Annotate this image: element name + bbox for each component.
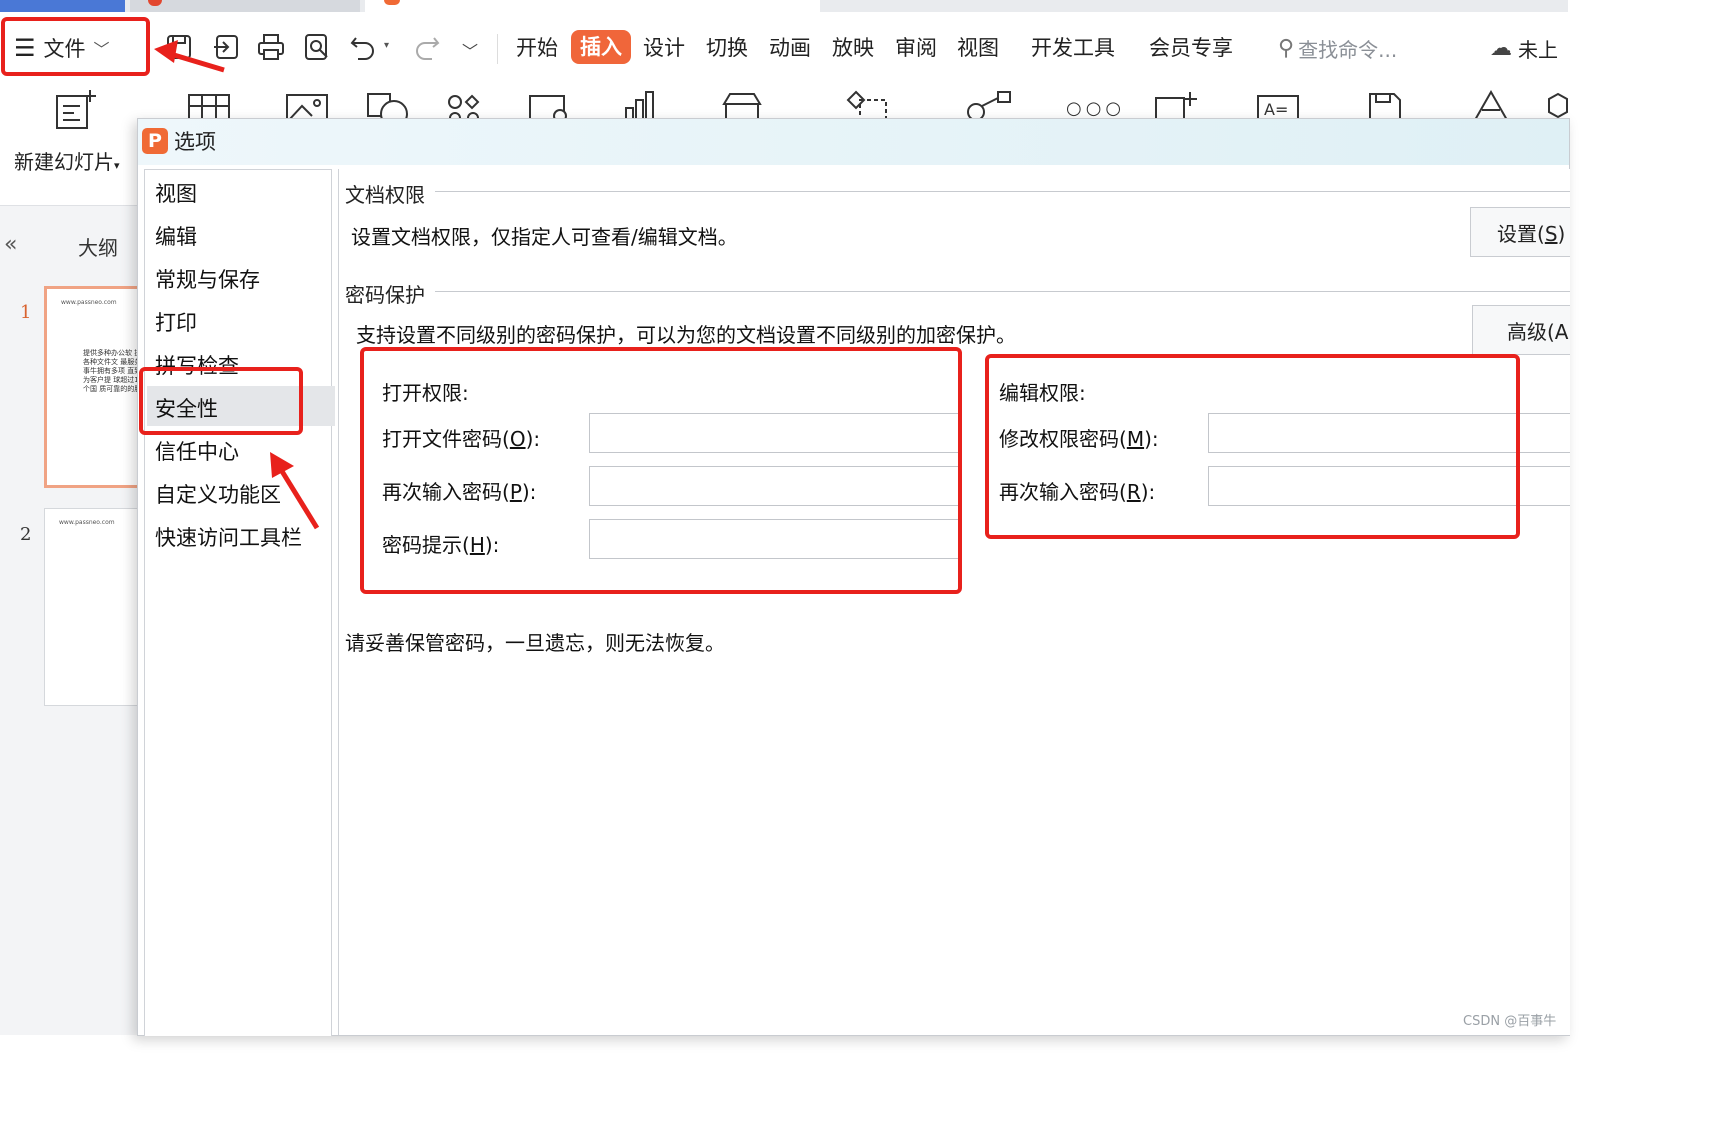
cloud-label: 未上 — [1518, 37, 1558, 62]
tab-active-indicator[interactable] — [0, 0, 125, 12]
window-tab-strip — [0, 0, 1568, 12]
current-document-tab[interactable] — [365, 0, 820, 12]
doc-permission-title: 文档权限 — [345, 183, 425, 207]
highlight-open-permission — [360, 347, 962, 594]
slide-thumbnail-2[interactable]: www.passneo.com — [44, 508, 142, 706]
main-toolbar: ☰ 文件 ﹀ ▾ ﹀ 开始 插入 设计 切换 动画 放映 审阅 视图 开发工具 … — [0, 12, 1568, 82]
search-placeholder: 查找命令... — [1298, 37, 1398, 62]
nav-item-trust-center[interactable]: 信任中心 — [155, 436, 239, 466]
customize-toolbar-icon[interactable]: ﹀ — [462, 38, 478, 62]
print-icon[interactable] — [254, 30, 288, 64]
nav-item-general-save[interactable]: 常规与保存 — [155, 264, 260, 294]
nav-item-print[interactable]: 打印 — [155, 307, 197, 337]
slide-number: 2 — [20, 524, 32, 545]
advanced-button-label: 高级(A — [1507, 319, 1569, 344]
security-settings-panel: 文档权限 设置文档权限，仅指定人可查看/编辑文档。 设置(S) 密码保护 支持设… — [338, 169, 1570, 1035]
search-icon: ⚲ — [1278, 35, 1295, 61]
tab-transition[interactable]: 切换 — [706, 32, 748, 64]
dialog-title: 选项 — [174, 130, 216, 154]
toolbar-divider — [497, 34, 498, 64]
highlight-security-nav — [139, 367, 303, 435]
highlight-edit-permission — [985, 354, 1520, 539]
undo-dropdown-icon[interactable]: ▾ — [384, 40, 389, 51]
advanced-encryption-button[interactable]: 高级(A — [1472, 305, 1570, 355]
tab-review[interactable]: 审阅 — [895, 32, 937, 64]
outline-tab[interactable]: 大纲 — [78, 232, 118, 261]
dialog-title-bar[interactable]: P 选项 — [138, 119, 1569, 165]
arrow-to-security-icon — [270, 452, 320, 530]
redo-icon[interactable] — [410, 30, 444, 64]
tab-home[interactable]: 开始 — [516, 32, 558, 64]
nav-item-view[interactable]: 视图 — [155, 178, 197, 208]
tab-animation[interactable]: 动画 — [769, 32, 811, 64]
password-protection-title: 密码保护 — [345, 283, 425, 307]
tab-insert[interactable]: 插入 — [571, 30, 631, 64]
tab-slideshow[interactable]: 放映 — [832, 32, 874, 64]
print-preview-icon[interactable] — [300, 30, 334, 64]
undo-icon[interactable] — [346, 30, 380, 64]
slide-url-text: www.passneo.com — [59, 519, 115, 526]
new-slide-icon[interactable] — [54, 88, 98, 136]
options-nav: 视图 编辑 常规与保存 打印 拼写检查 安全性 信任中心 自定义功能区 快速访问… — [144, 169, 335, 1036]
more-icon[interactable]: ○○○ — [1066, 98, 1125, 119]
tab-view[interactable]: 视图 — [957, 32, 999, 64]
doc-permission-desc: 设置文档权限，仅指定人可查看/编辑文档。 — [351, 225, 738, 249]
section-divider — [435, 291, 1570, 292]
tab-developer[interactable]: 开发工具 — [1031, 32, 1115, 64]
wps-presentation-logo-icon: P — [142, 128, 168, 154]
password-protection-desc: 支持设置不同级别的密码保护，可以为您的文档设置不同级别的加密保护。 — [356, 323, 1016, 347]
slide-panel: « 大纲 1 www.passneo.com 提供多种办公软 提供各种文件文 最… — [0, 205, 146, 1035]
command-search[interactable]: ⚲ 查找命令... — [1278, 32, 1397, 64]
password-warning-note: 请妥善保管密码，一旦遗忘，则无法恢复。 — [345, 631, 725, 655]
tab-member[interactable]: 会员专享 — [1149, 32, 1233, 64]
settings-button-label: 设置(S) — [1497, 221, 1566, 246]
nav-item-edit[interactable]: 编辑 — [155, 221, 197, 251]
document-tab[interactable] — [130, 0, 360, 12]
csdn-watermark: CSDN @百事牛 — [1463, 1014, 1557, 1029]
doc-permission-settings-button[interactable]: 设置(S) — [1470, 207, 1570, 257]
section-divider — [435, 191, 1570, 192]
cloud-sync-status[interactable]: ☁ 未上 — [1490, 32, 1558, 64]
orange-app-icon — [384, 0, 400, 5]
cloud-icon: ☁ — [1490, 35, 1512, 61]
tab-design[interactable]: 设计 — [643, 32, 685, 64]
arrow-to-file-menu-icon — [154, 40, 225, 73]
new-slide-label: 新建幻灯片 — [14, 150, 114, 174]
slide-thumbnail-1[interactable]: www.passneo.com 提供多种办公软 提供各种文件文 最服务 百事牛拥… — [44, 286, 146, 488]
collapse-panel-icon[interactable]: « — [4, 232, 17, 257]
svg-text:A=: A= — [1264, 100, 1288, 119]
slide-url-text: www.passneo.com — [61, 299, 117, 306]
dropdown-arrow-icon: ▾ — [114, 159, 120, 172]
slide-number: 1 — [20, 302, 32, 323]
highlight-file-menu — [1, 17, 150, 76]
new-slide-button[interactable]: 新建幻灯片▾ — [14, 146, 120, 175]
